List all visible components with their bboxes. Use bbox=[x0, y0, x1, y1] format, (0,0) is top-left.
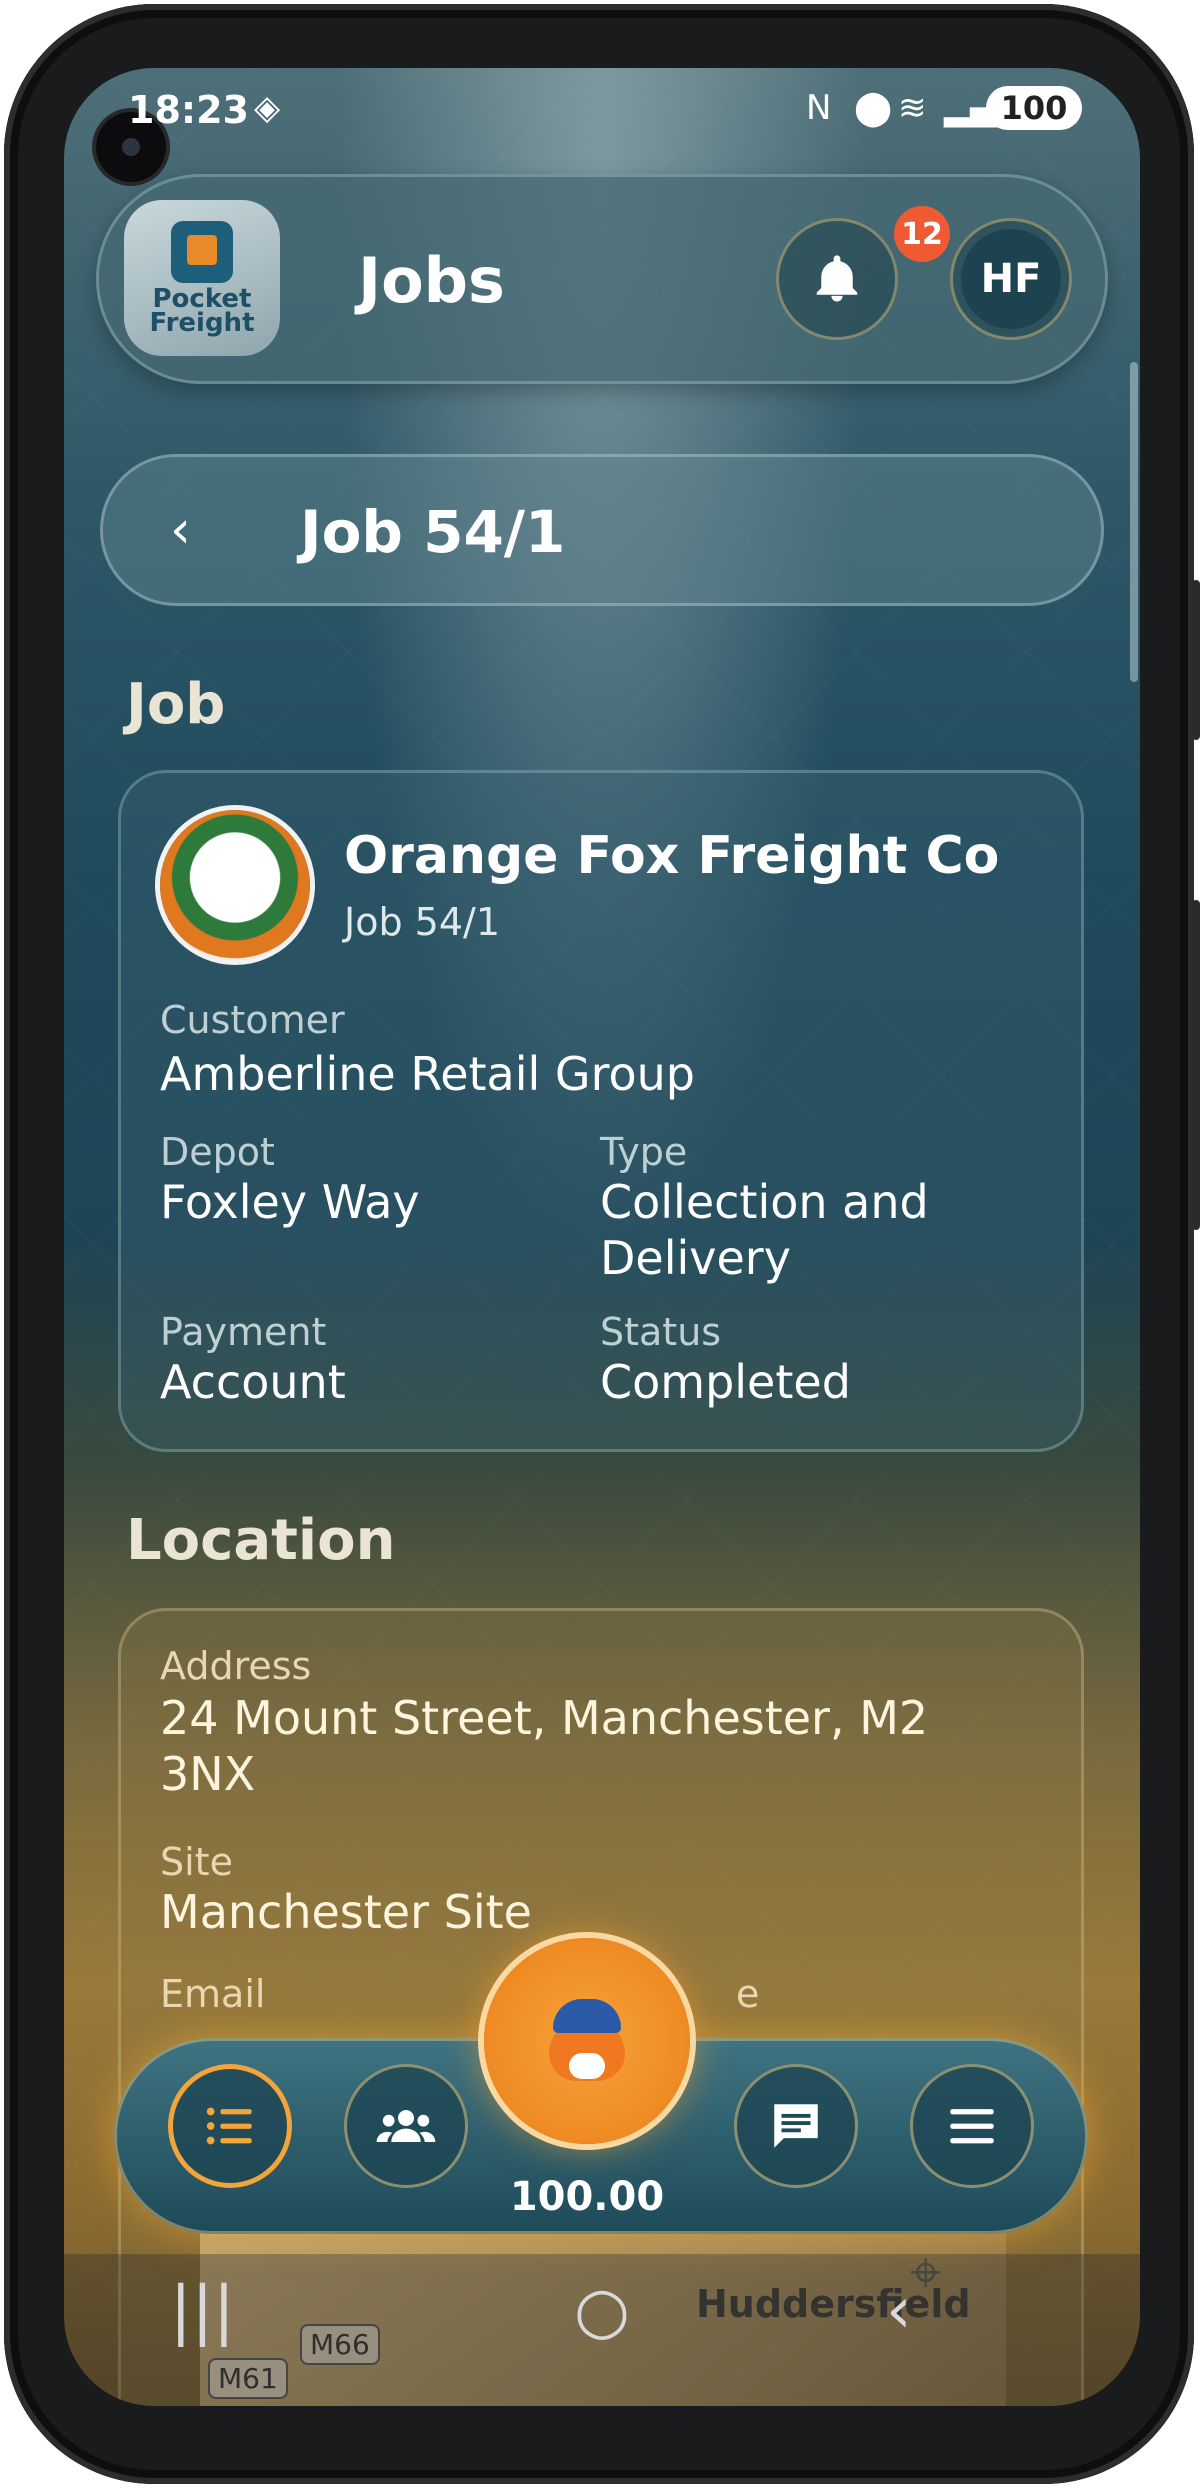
depot-value: Foxley Way bbox=[160, 1175, 420, 1229]
box-icon bbox=[171, 221, 233, 283]
nav-contacts-button[interactable] bbox=[344, 2064, 468, 2188]
company-name: Orange Fox Freight Co bbox=[344, 826, 1000, 886]
location-pin-icon: ⬤ bbox=[854, 88, 893, 128]
volume-button bbox=[1192, 580, 1200, 740]
nfc-icon: N bbox=[806, 88, 832, 128]
job-reference: Job 54/1 bbox=[344, 900, 500, 944]
site-label: Site bbox=[160, 1840, 233, 1884]
avatar: HF bbox=[961, 229, 1061, 329]
wallet-balance: 100.00 bbox=[509, 2174, 665, 2220]
company-logo bbox=[160, 810, 310, 960]
job-card: Orange Fox Freight Co Job 54/1 Customer … bbox=[118, 770, 1084, 1452]
screen: 18:23 ◈ N ⬤ ≋ ▂▄▆ 100 Pocket Freight Job… bbox=[64, 68, 1140, 2406]
site-value: Manchester Site bbox=[160, 1885, 532, 1939]
status-time: 18:23 bbox=[128, 88, 249, 132]
address-label: Address bbox=[160, 1644, 312, 1688]
notifications-button[interactable] bbox=[776, 218, 898, 340]
profile-avatar-button[interactable]: HF bbox=[950, 218, 1072, 340]
app-header: Pocket Freight Jobs HF bbox=[96, 174, 1108, 384]
payment-value: Account bbox=[160, 1355, 346, 1409]
list-icon bbox=[206, 2107, 252, 2145]
page-title: Jobs bbox=[358, 244, 505, 317]
customer-value: Amberline Retail Group bbox=[160, 1047, 695, 1101]
battery-level: 100 bbox=[1000, 89, 1068, 127]
fox-wallet-button[interactable] bbox=[484, 1938, 690, 2144]
group-icon bbox=[376, 2110, 436, 2142]
payment-label: Payment bbox=[160, 1310, 327, 1354]
chat-icon bbox=[774, 2104, 818, 2148]
recent-apps-icon[interactable]: ||| bbox=[170, 2274, 235, 2348]
type-value: Collection and Delivery bbox=[600, 1175, 929, 1285]
fox-mascot-icon bbox=[539, 1993, 635, 2089]
nav-menu-button[interactable] bbox=[910, 2064, 1034, 2188]
job-title: Job 54/1 bbox=[300, 498, 566, 566]
customer-label: Customer bbox=[160, 998, 345, 1042]
job-section-heading: Job bbox=[126, 672, 226, 737]
logo-text: Pocket Freight bbox=[149, 286, 255, 338]
logo-line-2: Freight bbox=[149, 308, 255, 338]
battery-indicator: 100 bbox=[986, 86, 1082, 130]
type-label: Type bbox=[600, 1130, 688, 1174]
nav-messages-button[interactable] bbox=[734, 2064, 858, 2188]
location-status-icon: ◈ bbox=[254, 88, 281, 128]
app-logo[interactable]: Pocket Freight bbox=[124, 200, 280, 356]
email-label: Email bbox=[160, 1972, 266, 2016]
status-bar: 18:23 ◈ N ⬤ ≋ ▂▄▆ 100 bbox=[64, 68, 1140, 182]
notification-badge: 12 bbox=[894, 206, 950, 262]
back-icon[interactable]: ‹ bbox=[886, 2274, 912, 2348]
job-back-bar[interactable]: ‹ Job 54/1 bbox=[100, 454, 1104, 606]
nav-jobs-list-button[interactable] bbox=[168, 2064, 292, 2188]
bell-icon bbox=[816, 255, 858, 302]
phone-label: e bbox=[736, 1972, 760, 2016]
scrollbar[interactable] bbox=[1130, 362, 1138, 682]
depot-label: Depot bbox=[160, 1130, 275, 1174]
system-navigation-bar: ||| ○ ‹ bbox=[64, 2254, 1140, 2406]
hamburger-menu-icon bbox=[950, 2109, 994, 2144]
status-label: Status bbox=[600, 1310, 722, 1354]
home-icon[interactable]: ○ bbox=[574, 2274, 630, 2348]
power-button bbox=[1192, 900, 1200, 1230]
wifi-icon: ≋ bbox=[898, 88, 927, 128]
address-value: 24 Mount Street, Manchester, M2 3NX bbox=[160, 1691, 929, 1801]
chevron-left-icon[interactable]: ‹ bbox=[170, 500, 191, 560]
status-value: Completed bbox=[600, 1355, 851, 1409]
location-section-heading: Location bbox=[126, 1508, 396, 1573]
